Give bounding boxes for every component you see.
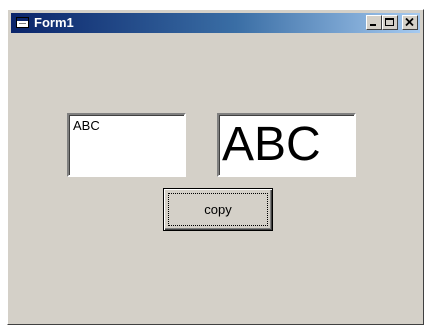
text-input[interactable]: ABC: [67, 113, 186, 177]
form-window: Form1 ABC ABC copy: [7, 9, 424, 325]
text-input-value: ABC: [73, 118, 100, 133]
close-icon: [405, 18, 414, 27]
minimize-button[interactable]: [366, 15, 382, 30]
maximize-button[interactable]: [382, 15, 398, 30]
minimize-icon: [370, 24, 376, 26]
title-bar[interactable]: Form1: [11, 13, 420, 33]
maximize-icon: [385, 18, 394, 26]
copy-button-label: copy: [204, 202, 232, 217]
app-icon[interactable]: [16, 16, 30, 29]
copy-button[interactable]: copy: [163, 188, 273, 231]
window-title: Form1: [34, 15, 74, 30]
display-label-value: ABC: [222, 118, 321, 171]
display-label: ABC: [217, 113, 356, 177]
close-button[interactable]: [402, 15, 418, 30]
